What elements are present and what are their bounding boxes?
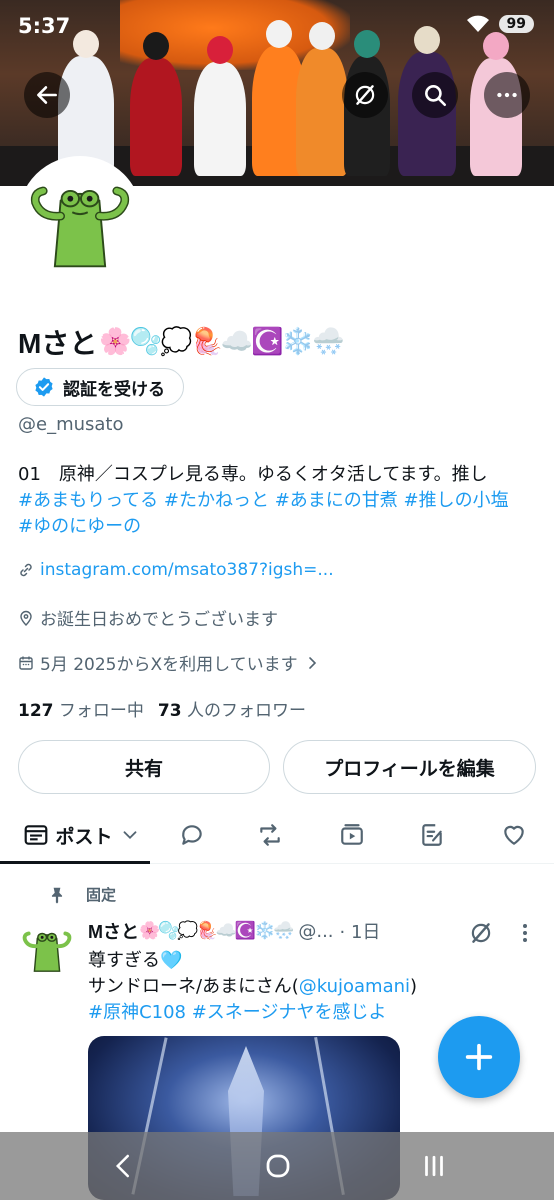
profile-website[interactable]: instagram.com/msato387?igsh=... [18,560,334,580]
status-bar: 5:37 99 [0,0,554,48]
video-icon [341,824,363,845]
wifi-icon [466,15,489,32]
banner-cosplayer [296,22,348,176]
follow-stats: 127 フォロー中 73 人のフォロワー [18,696,306,721]
nav-home-button[interactable] [258,1148,298,1184]
share-button[interactable]: 共有 [18,740,270,794]
system-nav-bar [0,1132,554,1200]
tab-replies[interactable] [166,806,218,864]
reply-bubble-icon [182,825,202,845]
birthday-text: お誕生日おめでとうございます [40,610,278,630]
display-name-row: Mさと 🌸🫧💭🪼☁️☪️❄️🌨️ [18,322,344,362]
article-icon [422,824,442,846]
post-line: サンドローネ/あまにさん(@kujoamani) [88,974,538,1000]
posts-tab-icon [25,825,48,845]
location-pin-icon [20,610,32,626]
grok-icon [355,85,375,105]
display-name: Mさと [18,328,98,359]
frog-avatar-image [22,160,138,276]
recent-apps-icon [425,1155,443,1177]
chevron-down-icon [123,831,136,840]
search-icon [425,85,447,107]
profile-tabs: ポスト [0,806,554,864]
post-author-emojis: 🌸🫧💭🪼☁️☪️❄️🌨️ [139,921,294,941]
repost-icon [260,824,280,846]
get-verified-button[interactable]: 認証を受ける [16,368,184,406]
tab-reposts[interactable] [244,806,296,864]
profile-avatar[interactable] [18,156,142,280]
joined-text: 5月 2025からXを利用しています [40,655,298,675]
banner-cosplayer [130,32,182,176]
active-tab-indicator [0,861,150,864]
bio-text: 01 原神／コスプレ見る専。ゆるくオタ活してます。推し [18,464,488,485]
tab-likes[interactable] [488,806,540,864]
followers-label: 人のフォロワー [186,701,306,721]
grok-icon[interactable] [468,920,494,946]
post-author-avatar[interactable] [18,918,76,976]
arrow-left-icon [37,86,57,104]
tab-posts-label: ポスト [55,825,113,848]
verified-badge-icon [35,377,53,397]
display-name-emojis: 🌸🫧💭🪼☁️☪️❄️🌨️ [99,327,344,357]
battery-indicator: 99 [498,15,534,33]
status-icons: 99 [465,14,534,34]
more-horizontal-icon [497,92,517,98]
calendar-icon [19,656,33,670]
following-link[interactable]: 127 フォロー中 [18,696,144,721]
more-button[interactable] [484,72,530,118]
nav-recents-button[interactable] [414,1148,454,1184]
home-circle-icon [266,1154,290,1178]
heart-icon [504,825,524,845]
plus-icon [465,1043,493,1071]
post-text: 尊すぎる🩵 サンドローネ/あまにさん(@kujoamani) #原神C108 #… [88,948,538,1026]
back-button[interactable] [24,72,70,118]
following-count: 127 [18,701,54,721]
post-more-button[interactable] [512,918,538,948]
frog-avatar-image [18,918,76,976]
post-mention[interactable]: @kujoamani [299,976,410,997]
website-link[interactable]: instagram.com/msato387?igsh=... [40,560,334,580]
tab-media[interactable] [326,806,378,864]
profile-birthday: お誕生日おめでとうございます [18,605,278,630]
post-author-handle[interactable]: @... [298,921,333,942]
profile-handle: @e_musato [18,414,124,435]
followers-link[interactable]: 73 人のフォロワー [158,696,306,721]
followers-count: 73 [157,701,182,721]
pinned-label: 固定 [86,886,117,904]
status-time: 5:37 [18,14,71,38]
chevron-right-icon [308,656,316,669]
get-verified-label: 認証を受ける [63,379,165,400]
nav-back-button[interactable] [104,1148,144,1184]
search-button[interactable] [412,72,458,118]
banner-cosplayer [194,36,246,176]
tab-articles[interactable] [406,806,458,864]
tab-posts[interactable]: ポスト [14,806,150,864]
post-line-text: サンドローネ/あまにさん( [88,976,299,997]
link-icon [20,563,32,577]
bio-hashtags[interactable]: #ゆのにゆーの [18,514,548,540]
bio-hashtags[interactable]: #あまもりってる #たかねっと #あまにの甘煮 #推しの小塩 [18,488,548,514]
following-label: フォロー中 [58,701,144,721]
pinned-indicator: 固定 [48,884,116,905]
profile-joined[interactable]: 5月 2025からXを利用しています [18,650,320,675]
profile-bio: 01 原神／コスプレ見る専。ゆるくオタ活してます。推し #あまもりってる #たか… [18,462,548,540]
compose-post-button[interactable] [438,1016,520,1098]
post-timestamp[interactable]: · 1日 [340,918,381,944]
edit-profile-button[interactable]: プロフィールを編集 [283,740,536,794]
grok-button[interactable] [342,72,388,118]
post-line: 尊すぎる🩵 [88,950,183,971]
post-line-text: ) [410,976,418,997]
post-author-name[interactable]: Mさと [88,918,139,944]
pin-icon [51,887,63,903]
chevron-left-icon [115,1154,129,1178]
